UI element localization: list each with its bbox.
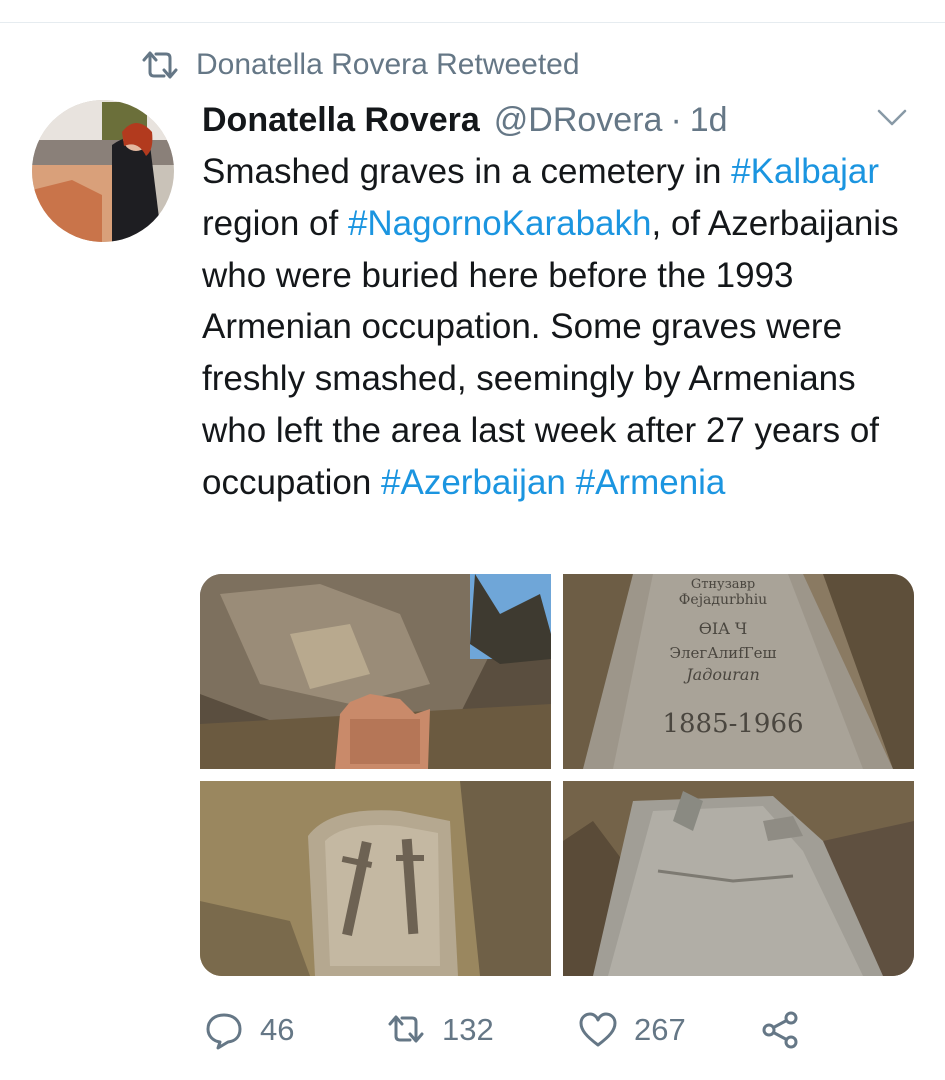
- reply-count: 46: [260, 1012, 295, 1047]
- tweet-text-segment: [566, 463, 576, 502]
- photo-inscribed-headstone[interactable]: Gтнузавр Фejaдurbhiu ӨIA Ч ЭлегАлиfГеш J…: [563, 574, 914, 769]
- author-name[interactable]: Donatella Rovera: [202, 101, 480, 140]
- avatar[interactable]: [32, 100, 174, 242]
- tweet-header: Donatella Rovera @DRovera · 1d: [202, 98, 728, 142]
- chevron-down-icon[interactable]: [876, 106, 908, 130]
- inscription-line-4: ЭлегАлиfГеш: [670, 644, 777, 662]
- heart-icon: [579, 1012, 617, 1047]
- like-count: 267: [634, 1012, 686, 1047]
- retweet-banner-text: Donatella Rovera Retweeted: [196, 48, 580, 81]
- tweet-text-segment: , of Azerbaijanis who were buried here b…: [202, 203, 899, 502]
- author-handle[interactable]: @DRovera: [494, 101, 663, 140]
- reply-button[interactable]: 46: [204, 1005, 294, 1055]
- top-divider: [0, 22, 945, 23]
- tweet-actions: 46 132 267: [202, 1005, 902, 1055]
- avatar-image: [32, 100, 174, 242]
- retweet-button[interactable]: 132: [386, 1005, 494, 1055]
- photo-cracked-slab[interactable]: [563, 781, 914, 976]
- hashtag-link[interactable]: #Azerbaijan: [381, 463, 566, 502]
- hashtag-link[interactable]: #Kalbajar: [731, 152, 879, 191]
- inscription-line-2: Фejaдurbhiu: [679, 592, 767, 608]
- hashtag-link[interactable]: #Armenia: [576, 463, 726, 502]
- hashtag-link[interactable]: #NagornoKarabakh: [348, 204, 652, 243]
- photo-fallen-headstone[interactable]: [200, 781, 551, 976]
- inscription-line-3: ӨIA Ч: [699, 619, 747, 638]
- retweet-banner[interactable]: Donatella Rovera Retweeted: [140, 45, 580, 85]
- inscription-line-5: Jaдоuran: [683, 665, 760, 684]
- separator-dot: ·: [670, 100, 682, 139]
- tweet-text-segment: region of: [202, 203, 348, 243]
- retweet-icon: [388, 1015, 424, 1043]
- retweet-count: 132: [442, 1012, 494, 1047]
- tweet-text: Smashed graves in a cemetery in #Kalbaja…: [202, 146, 922, 509]
- retweet-icon: [142, 51, 178, 79]
- like-button[interactable]: 267: [578, 1005, 686, 1055]
- reply-icon: [206, 1013, 242, 1050]
- share-icon: [762, 1011, 798, 1049]
- photo-broken-headstone[interactable]: [200, 574, 551, 769]
- tweet-text-segment: Smashed graves in a cemetery in: [202, 152, 732, 191]
- tweet-time[interactable]: 1d: [690, 101, 728, 140]
- inscription-line-1: Gтнузавр: [691, 577, 755, 592]
- photo-grid: Gтнузавр Фejaдurbhiu ӨIA Ч ЭлегАлиfГеш J…: [200, 574, 914, 976]
- inscription-dates: 1885-1966: [662, 709, 803, 739]
- share-button[interactable]: [760, 1005, 800, 1055]
